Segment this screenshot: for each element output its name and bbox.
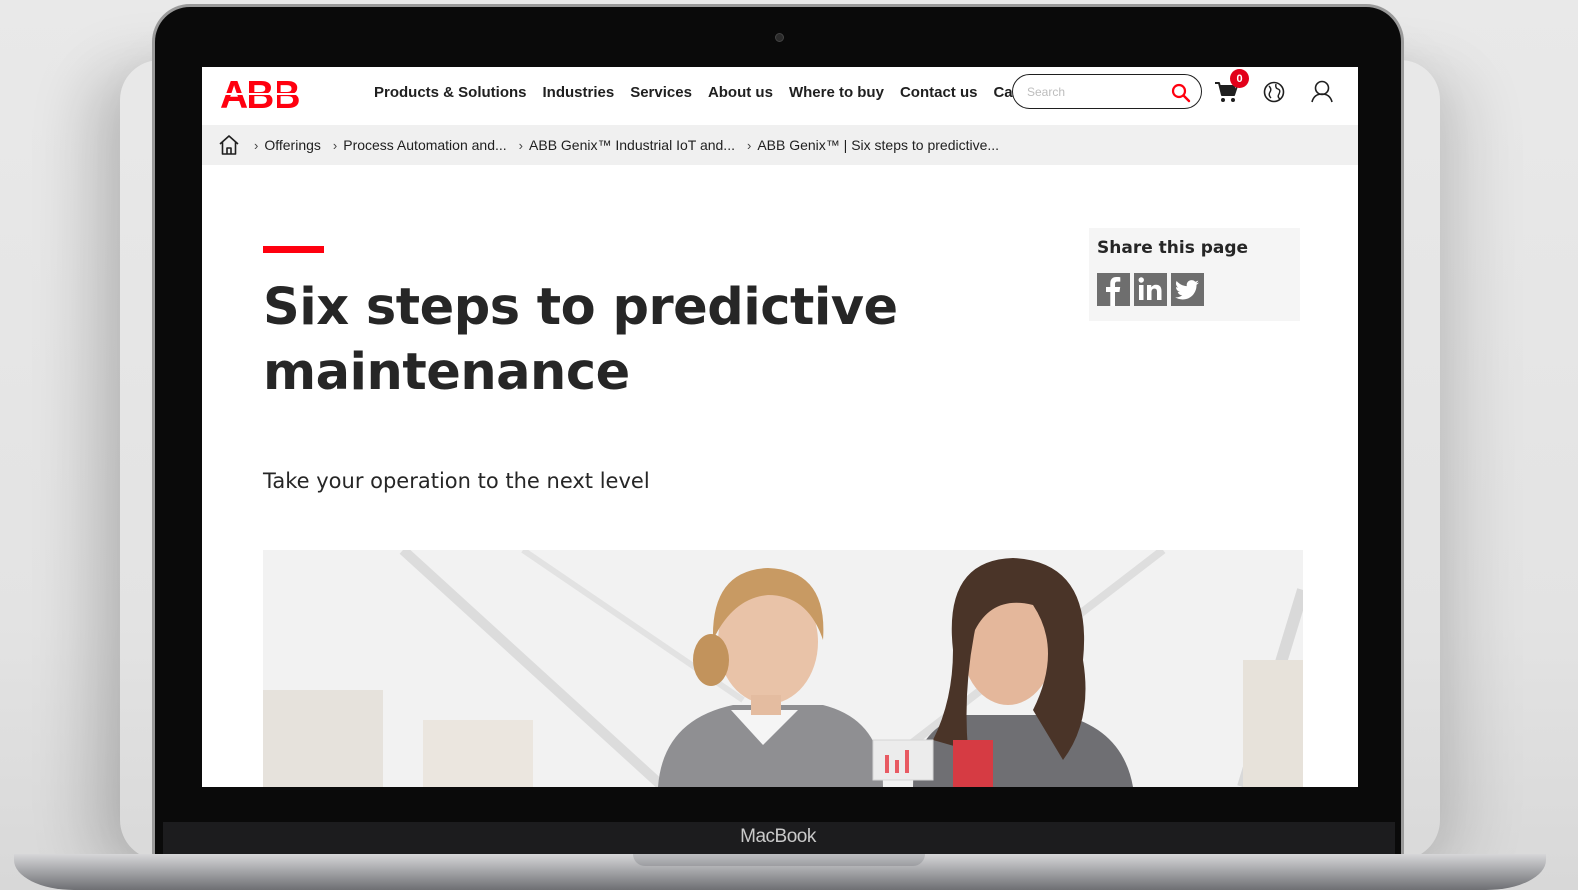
page-title: Six steps to predictive maintenance (263, 275, 1023, 405)
webcam (775, 33, 784, 42)
breadcrumb-label: Offerings (264, 137, 321, 153)
user-icon[interactable] (1310, 79, 1334, 103)
search-input[interactable] (1027, 84, 1167, 99)
breadcrumb-item-offerings[interactable]: › Offerings (250, 137, 329, 153)
main-nav: Products & Solutions Industries Services… (374, 67, 1014, 117)
breadcrumb-chevron-icon: › (518, 137, 524, 153)
breadcrumb: › Offerings › Process Automation and... › A… (202, 125, 1358, 165)
share-title: Share this page (1097, 238, 1249, 258)
nav-industries[interactable]: Industries (543, 84, 615, 101)
nav-services[interactable]: Services (630, 84, 692, 101)
abb-logo[interactable]: ABB (220, 76, 304, 112)
breadcrumb-label: Process Automation and... (343, 137, 507, 153)
page-title-line-1: Six steps to predictive (263, 278, 898, 337)
breadcrumb-chevron-icon: › (332, 137, 338, 153)
home-icon[interactable] (218, 134, 240, 156)
search-icon[interactable] (1171, 83, 1191, 103)
nav-about-us[interactable]: About us (708, 84, 773, 101)
device-label: MacBook (740, 826, 816, 847)
facebook-share-button[interactable] (1097, 273, 1130, 306)
share-panel: Share this page (1089, 228, 1300, 321)
twitter-share-button[interactable] (1171, 273, 1204, 306)
breadcrumb-chevron-icon: › (746, 137, 752, 153)
breadcrumb-chevron-icon: › (254, 137, 259, 153)
linkedin-share-button[interactable] (1134, 273, 1167, 306)
nav-careers[interactable]: Ca (993, 84, 1012, 101)
linkedin-icon (1138, 277, 1162, 300)
nav-contact-us[interactable]: Contact us (900, 84, 978, 101)
nav-products-solutions[interactable]: Products & Solutions (374, 84, 527, 101)
breadcrumb-item-process-automation[interactable]: › Process Automation and... (329, 137, 515, 153)
facebook-icon (1106, 277, 1121, 306)
search-box (1012, 74, 1202, 109)
site-header: ABB Products & Solutions Industries Serv… (202, 67, 1358, 125)
globe-icon[interactable] (1263, 81, 1285, 103)
breadcrumb-item-genix-iot[interactable]: › ABB Genix™ Industrial IoT and... (515, 137, 743, 153)
twitter-icon (1175, 280, 1199, 300)
page-subtitle: Take your operation to the next level (263, 469, 650, 493)
breadcrumb-item-current-page: › ABB Genix™ | Six steps to predictive... (743, 137, 1007, 153)
browser-screen: ABB Products & Solutions Industries Serv… (202, 67, 1358, 787)
hero-image (263, 550, 1303, 787)
cart-count-badge: 0 (1230, 69, 1249, 88)
title-accent-bar (263, 246, 324, 253)
laptop-hinge-notch (633, 854, 925, 866)
page-title-line-2: maintenance (263, 343, 630, 402)
breadcrumb-label: ABB Genix™ Industrial IoT and... (529, 137, 735, 153)
breadcrumb-label: ABB Genix™ | Six steps to predictive... (757, 137, 1000, 153)
nav-where-to-buy[interactable]: Where to buy (789, 84, 884, 101)
